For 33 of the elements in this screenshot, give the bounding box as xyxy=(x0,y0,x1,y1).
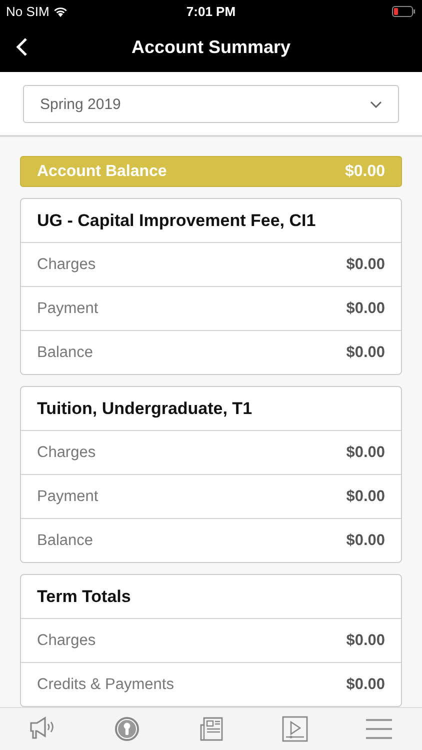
row-label: Payment xyxy=(37,300,98,318)
newspaper-icon[interactable] xyxy=(198,716,224,742)
section-title: Term Totals xyxy=(37,586,131,606)
row-amount: $0.00 xyxy=(346,632,385,650)
back-icon[interactable] xyxy=(16,37,28,57)
row-label: Charges xyxy=(37,444,96,462)
row-amount: $0.00 xyxy=(346,344,385,362)
row-label: Payment xyxy=(37,488,98,506)
wifi-icon xyxy=(53,6,68,16)
row-amount: $0.00 xyxy=(346,488,385,506)
section-title: UG - Capital Improvement Fee, CI1 xyxy=(37,210,316,230)
battery-icon xyxy=(392,6,416,16)
balance-amount: $0.00 xyxy=(344,162,385,180)
balance-label: Account Balance xyxy=(37,162,167,180)
row-label: Credits & Payments xyxy=(37,676,174,694)
video-player-icon[interactable] xyxy=(282,716,308,742)
status-time: 7:01 PM xyxy=(186,4,236,18)
row-label: Charges xyxy=(37,256,96,274)
keyhole-icon[interactable] xyxy=(114,716,140,742)
row-amount: $0.00 xyxy=(346,444,385,462)
row-label: Balance xyxy=(37,532,94,550)
row-amount: $0.00 xyxy=(346,256,385,274)
row-amount: $0.00 xyxy=(346,532,385,550)
section-title: Tuition, Undergraduate, T1 xyxy=(37,398,252,418)
screen-title: Account Summary xyxy=(131,36,291,58)
menu-icon[interactable] xyxy=(365,718,394,740)
carrier-text: No SIM xyxy=(6,4,50,18)
row-amount: $0.00 xyxy=(346,676,385,694)
row-label: Balance xyxy=(37,344,94,362)
row-amount: $0.00 xyxy=(346,300,385,318)
chevron-down-icon xyxy=(370,100,382,108)
row-label: Charges xyxy=(37,632,96,650)
term-dropdown[interactable]: Spring 2019 xyxy=(23,85,399,123)
